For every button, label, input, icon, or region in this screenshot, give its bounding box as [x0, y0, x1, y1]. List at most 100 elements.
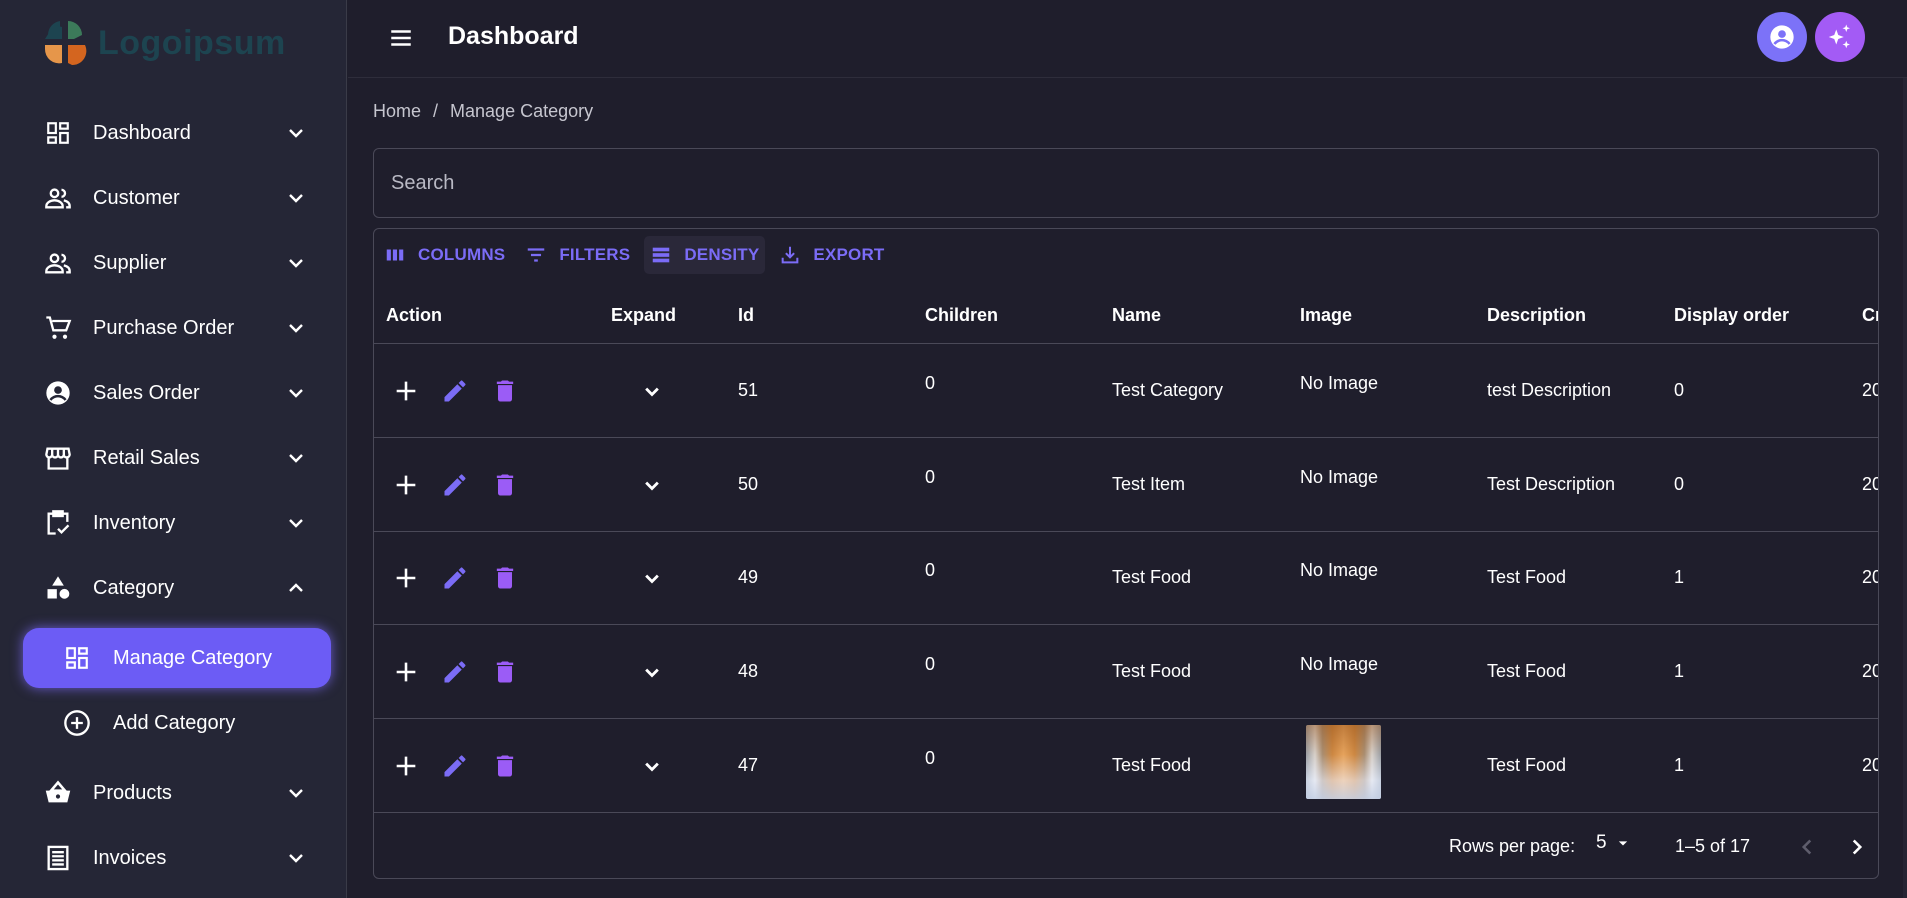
chevron-down-icon — [289, 324, 303, 333]
sidebar-item-supplier[interactable]: Supplier — [0, 234, 347, 292]
id-cell: 51 — [738, 380, 759, 400]
sidebar-item-sales-order[interactable]: Sales Order — [0, 364, 347, 422]
edit-button[interactable] — [441, 752, 469, 780]
sidebar-item-products[interactable]: Products — [0, 764, 347, 822]
edit-button[interactable] — [441, 377, 469, 405]
chevron-down-icon — [289, 519, 303, 528]
column-header-display-order[interactable]: Display order — [1674, 305, 1789, 326]
sidebar-subitem-add-category[interactable]: Add Category — [23, 693, 331, 753]
delete-button[interactable] — [491, 752, 519, 780]
delete-button[interactable] — [491, 377, 519, 405]
column-header-created[interactable]: Cr — [1862, 305, 1878, 326]
expand-row-chevron-icon[interactable] — [638, 471, 666, 499]
logo[interactable]: Logoipsum — [42, 16, 286, 70]
display-order-cell: 0 — [1674, 380, 1685, 400]
breadcrumb-current: Manage Category — [450, 101, 594, 121]
add-child-button[interactable] — [392, 752, 420, 780]
add-child-button[interactable] — [392, 658, 420, 686]
edit-button[interactable] — [441, 564, 469, 592]
add-child-button[interactable] — [392, 377, 420, 405]
delete-button[interactable] — [491, 471, 519, 499]
pagination-footer: Rows per page: 5 1–5 of 17 — [374, 814, 1878, 878]
sidebar-subitem-label: Manage Category — [113, 646, 272, 669]
columns-button[interactable]: COLUMNS — [378, 236, 511, 274]
page-scrollbar[interactable] — [1903, 78, 1907, 898]
ai-assistant-button[interactable] — [1815, 12, 1865, 62]
table-row[interactable]: 49 0 Test Food No Image Test Food 1 20 — [374, 531, 1878, 626]
top-app-bar: Dashboard — [348, 0, 1907, 78]
sidebar-item-label: Invoices — [93, 846, 167, 869]
sidebar-subitem-label: Add Category — [113, 711, 236, 734]
children-cell: 0 — [925, 560, 936, 581]
chevron-down-icon — [289, 854, 303, 863]
expand-row-chevron-icon[interactable] — [638, 377, 666, 405]
previous-page-button[interactable] — [1794, 834, 1820, 860]
logo-text: Logoipsum — [98, 23, 286, 62]
expand-row-chevron-icon[interactable] — [638, 752, 666, 780]
sidebar-subitem-manage-category[interactable]: Manage Category — [23, 628, 331, 688]
column-header-name[interactable]: Name — [1112, 305, 1161, 326]
category-data-grid: COLUMNS FILTERS DENSITY EXPORT Action Ex… — [373, 228, 1879, 879]
column-header-id[interactable]: Id — [738, 305, 754, 326]
sidebar-item-dashboard[interactable]: Dashboard — [0, 104, 347, 162]
search-input[interactable] — [374, 149, 1878, 217]
sidebar-item-category[interactable]: Category — [0, 559, 347, 617]
export-button-label: EXPORT — [813, 245, 885, 264]
image-cell: No Image — [1300, 373, 1379, 393]
breadcrumb-separator: / — [433, 101, 439, 121]
export-button[interactable]: EXPORT — [773, 236, 890, 274]
sidebar-item-customer[interactable]: Customer — [0, 169, 347, 227]
rows-per-page-label: Rows per page: — [1449, 836, 1576, 856]
shapes-icon — [44, 574, 72, 602]
dashboard-icon — [63, 644, 91, 672]
cart-icon — [44, 314, 72, 342]
column-header-description[interactable]: Description — [1487, 305, 1586, 326]
receipt-icon — [44, 844, 72, 872]
table-row[interactable]: 47 0 Test Food Test Food 1 20 — [374, 719, 1878, 813]
rows-per-page-value: 5 — [1596, 832, 1607, 853]
created-cell: 20 — [1862, 380, 1878, 400]
id-cell: 47 — [738, 754, 759, 775]
density-button[interactable]: DENSITY — [644, 236, 766, 274]
add-child-button[interactable] — [392, 564, 420, 592]
basket-icon — [44, 779, 72, 807]
filters-button[interactable]: FILTERS — [519, 236, 636, 274]
sidebar-item-label: Supplier — [93, 251, 167, 274]
table-row[interactable]: 48 0 Test Food No Image Test Food 1 20 — [374, 625, 1878, 720]
id-cell: 50 — [738, 473, 759, 494]
edit-button[interactable] — [441, 471, 469, 499]
table-row[interactable]: 50 0 Test Item No Image Test Description… — [374, 438, 1878, 532]
sidebar-item-invoices[interactable]: Invoices — [0, 829, 347, 887]
sidebar-item-inventory[interactable]: Inventory — [0, 494, 347, 552]
column-header-image[interactable]: Image — [1300, 305, 1352, 326]
table-row[interactable]: 51 0 Test Category No Image test Descrip… — [374, 344, 1878, 438]
add-child-button[interactable] — [392, 471, 420, 499]
view-column-icon — [386, 249, 404, 261]
user-account-button[interactable] — [1757, 12, 1807, 62]
chevron-down-icon — [289, 454, 303, 463]
table-header-row: Action Expand Id Children Name Image Des… — [374, 291, 1878, 344]
next-page-button[interactable] — [1844, 834, 1870, 860]
breadcrumb-home-link[interactable]: Home — [373, 101, 421, 122]
menu-icon[interactable] — [388, 25, 414, 51]
delete-button[interactable] — [491, 658, 519, 686]
expand-row-chevron-icon[interactable] — [638, 564, 666, 592]
description-cell: Test Food — [1487, 661, 1567, 682]
expand-row-chevron-icon[interactable] — [638, 658, 666, 686]
rows-per-page-select[interactable]: 5 — [1596, 832, 1633, 854]
sidebar-item-retail-sales[interactable]: Retail Sales — [0, 429, 347, 487]
column-header-action[interactable]: Action — [386, 305, 442, 326]
sidebar-item-purchase-order[interactable]: Purchase Order — [0, 299, 347, 357]
sidebar: Logoipsum Dashboard Customer Supplier Pu… — [0, 0, 347, 898]
edit-button[interactable] — [441, 658, 469, 686]
column-header-expand[interactable]: Expand — [611, 305, 676, 326]
sparkles-icon — [1828, 24, 1850, 49]
created-cell: 20 — [1862, 661, 1878, 682]
delete-button[interactable] — [491, 564, 519, 592]
sidebar-item-label: Dashboard — [93, 121, 191, 144]
search-field — [373, 148, 1879, 218]
chevron-down-icon — [289, 129, 303, 138]
column-header-children[interactable]: Children — [925, 305, 998, 326]
name-cell: Test Food — [1112, 661, 1192, 682]
columns-button-label: COLUMNS — [418, 245, 506, 264]
